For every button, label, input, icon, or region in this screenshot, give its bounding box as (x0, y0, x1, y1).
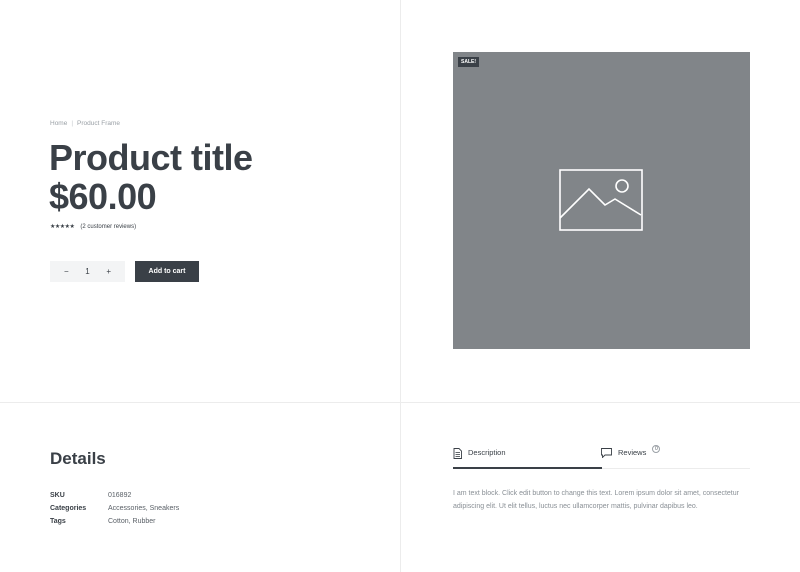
details-key: Tags (50, 518, 66, 525)
vertical-divider (400, 0, 401, 572)
breadcrumb-home-link[interactable]: Home (50, 120, 67, 127)
details-key: SKU (50, 492, 65, 499)
quantity-decrease-button[interactable]: − (64, 267, 69, 276)
tab-reviews[interactable]: Reviews 0 (601, 445, 661, 469)
star-rating-icon: ★★★★★ (50, 224, 75, 230)
tab-reviews-label: Reviews (618, 448, 647, 457)
details-row-sku: SKU 016892 (50, 489, 179, 502)
document-icon (453, 448, 462, 459)
horizontal-divider (0, 402, 800, 403)
details-row-categories: Categories Accessories, Sneakers (50, 502, 179, 515)
tab-description-label: Description (468, 448, 506, 457)
quantity-input[interactable]: 1 (85, 267, 89, 276)
sale-badge: SALE! (458, 57, 479, 67)
image-placeholder-icon (559, 169, 643, 231)
review-count-link[interactable]: (2 customer reviews) (80, 224, 136, 230)
reviews-count-badge: 0 (652, 445, 661, 453)
add-to-cart-button[interactable]: Add to cart (135, 261, 199, 282)
breadcrumb-separator: | (71, 120, 74, 127)
quantity-stepper: − 1 + (50, 261, 125, 282)
details-value[interactable]: Cotton, Rubber (108, 515, 155, 528)
details-value: 016892 (108, 492, 132, 499)
product-rating: ★★★★★ (2 customer reviews) (50, 223, 136, 231)
details-row-tags: Tags Cotton, Rubber (50, 515, 179, 528)
product-image[interactable]: SALE! (453, 52, 750, 349)
product-tabs: Description Reviews 0 (453, 445, 750, 469)
comment-icon (601, 448, 612, 458)
product-title: Product title (49, 137, 253, 178)
product-price: $60.00 (49, 176, 157, 217)
tab-description[interactable]: Description (453, 445, 602, 469)
details-heading: Details (50, 449, 106, 468)
details-table: SKU 016892 Categories Accessories, Sneak… (50, 489, 179, 528)
breadcrumb: Home | Product Frame (50, 120, 120, 127)
quantity-increase-button[interactable]: + (106, 267, 111, 276)
breadcrumb-current: Product Frame (77, 120, 121, 127)
details-value[interactable]: Accessories, Sneakers (108, 502, 179, 515)
details-key: Categories (50, 505, 87, 512)
description-text: I am text block. Click edit button to ch… (453, 490, 739, 510)
